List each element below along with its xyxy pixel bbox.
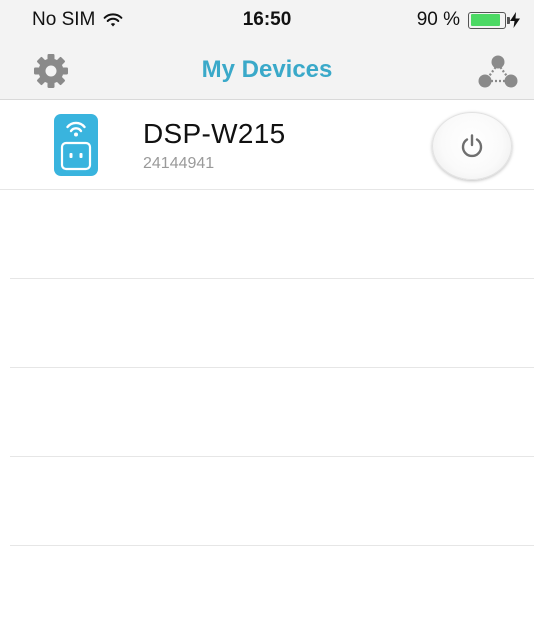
device-list: DSP-W215 24144941	[0, 101, 534, 546]
empty-list-row	[10, 368, 534, 457]
app-screen: No SIM 16:50 90 % My Devices DSP-W215 24…	[0, 0, 534, 631]
empty-list-row	[10, 279, 534, 368]
battery-fill	[470, 14, 501, 26]
device-id: 24144941	[143, 155, 215, 172]
empty-list-row	[10, 457, 534, 546]
bolt-icon	[510, 12, 520, 28]
battery-icon	[468, 11, 510, 29]
battery-tip	[507, 16, 510, 24]
network-icon	[478, 55, 518, 88]
status-right: 90 %	[417, 9, 520, 31]
device-row[interactable]: DSP-W215 24144941	[0, 101, 534, 190]
smart-plug-icon	[54, 114, 98, 176]
nav-bar: My Devices	[0, 42, 534, 100]
network-button[interactable]	[476, 52, 520, 90]
page-title: My Devices	[201, 56, 333, 83]
empty-list-row	[10, 190, 534, 279]
power-icon	[461, 134, 483, 158]
battery-percent: 90 %	[416, 9, 460, 30]
status-bar: No SIM 16:50 90 %	[0, 0, 534, 42]
power-button[interactable]	[432, 112, 512, 180]
device-name: DSP-W215	[143, 118, 286, 149]
